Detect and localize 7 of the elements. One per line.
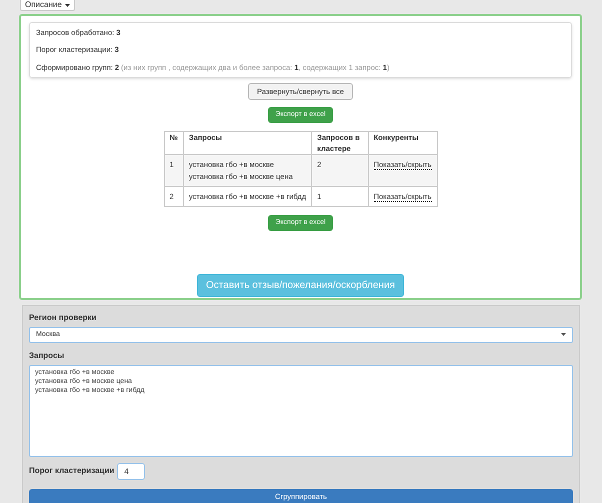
field-label: Запросы	[29, 350, 66, 362]
caret-icon	[561, 333, 566, 336]
description-dropdown[interactable]: Описание	[20, 0, 75, 11]
field-label: Порог кластеризации	[29, 465, 114, 478]
threshold-field[interactable]: 4	[117, 462, 146, 480]
caret-icon	[64, 4, 70, 6]
field-label: Регион проверки	[29, 312, 98, 324]
